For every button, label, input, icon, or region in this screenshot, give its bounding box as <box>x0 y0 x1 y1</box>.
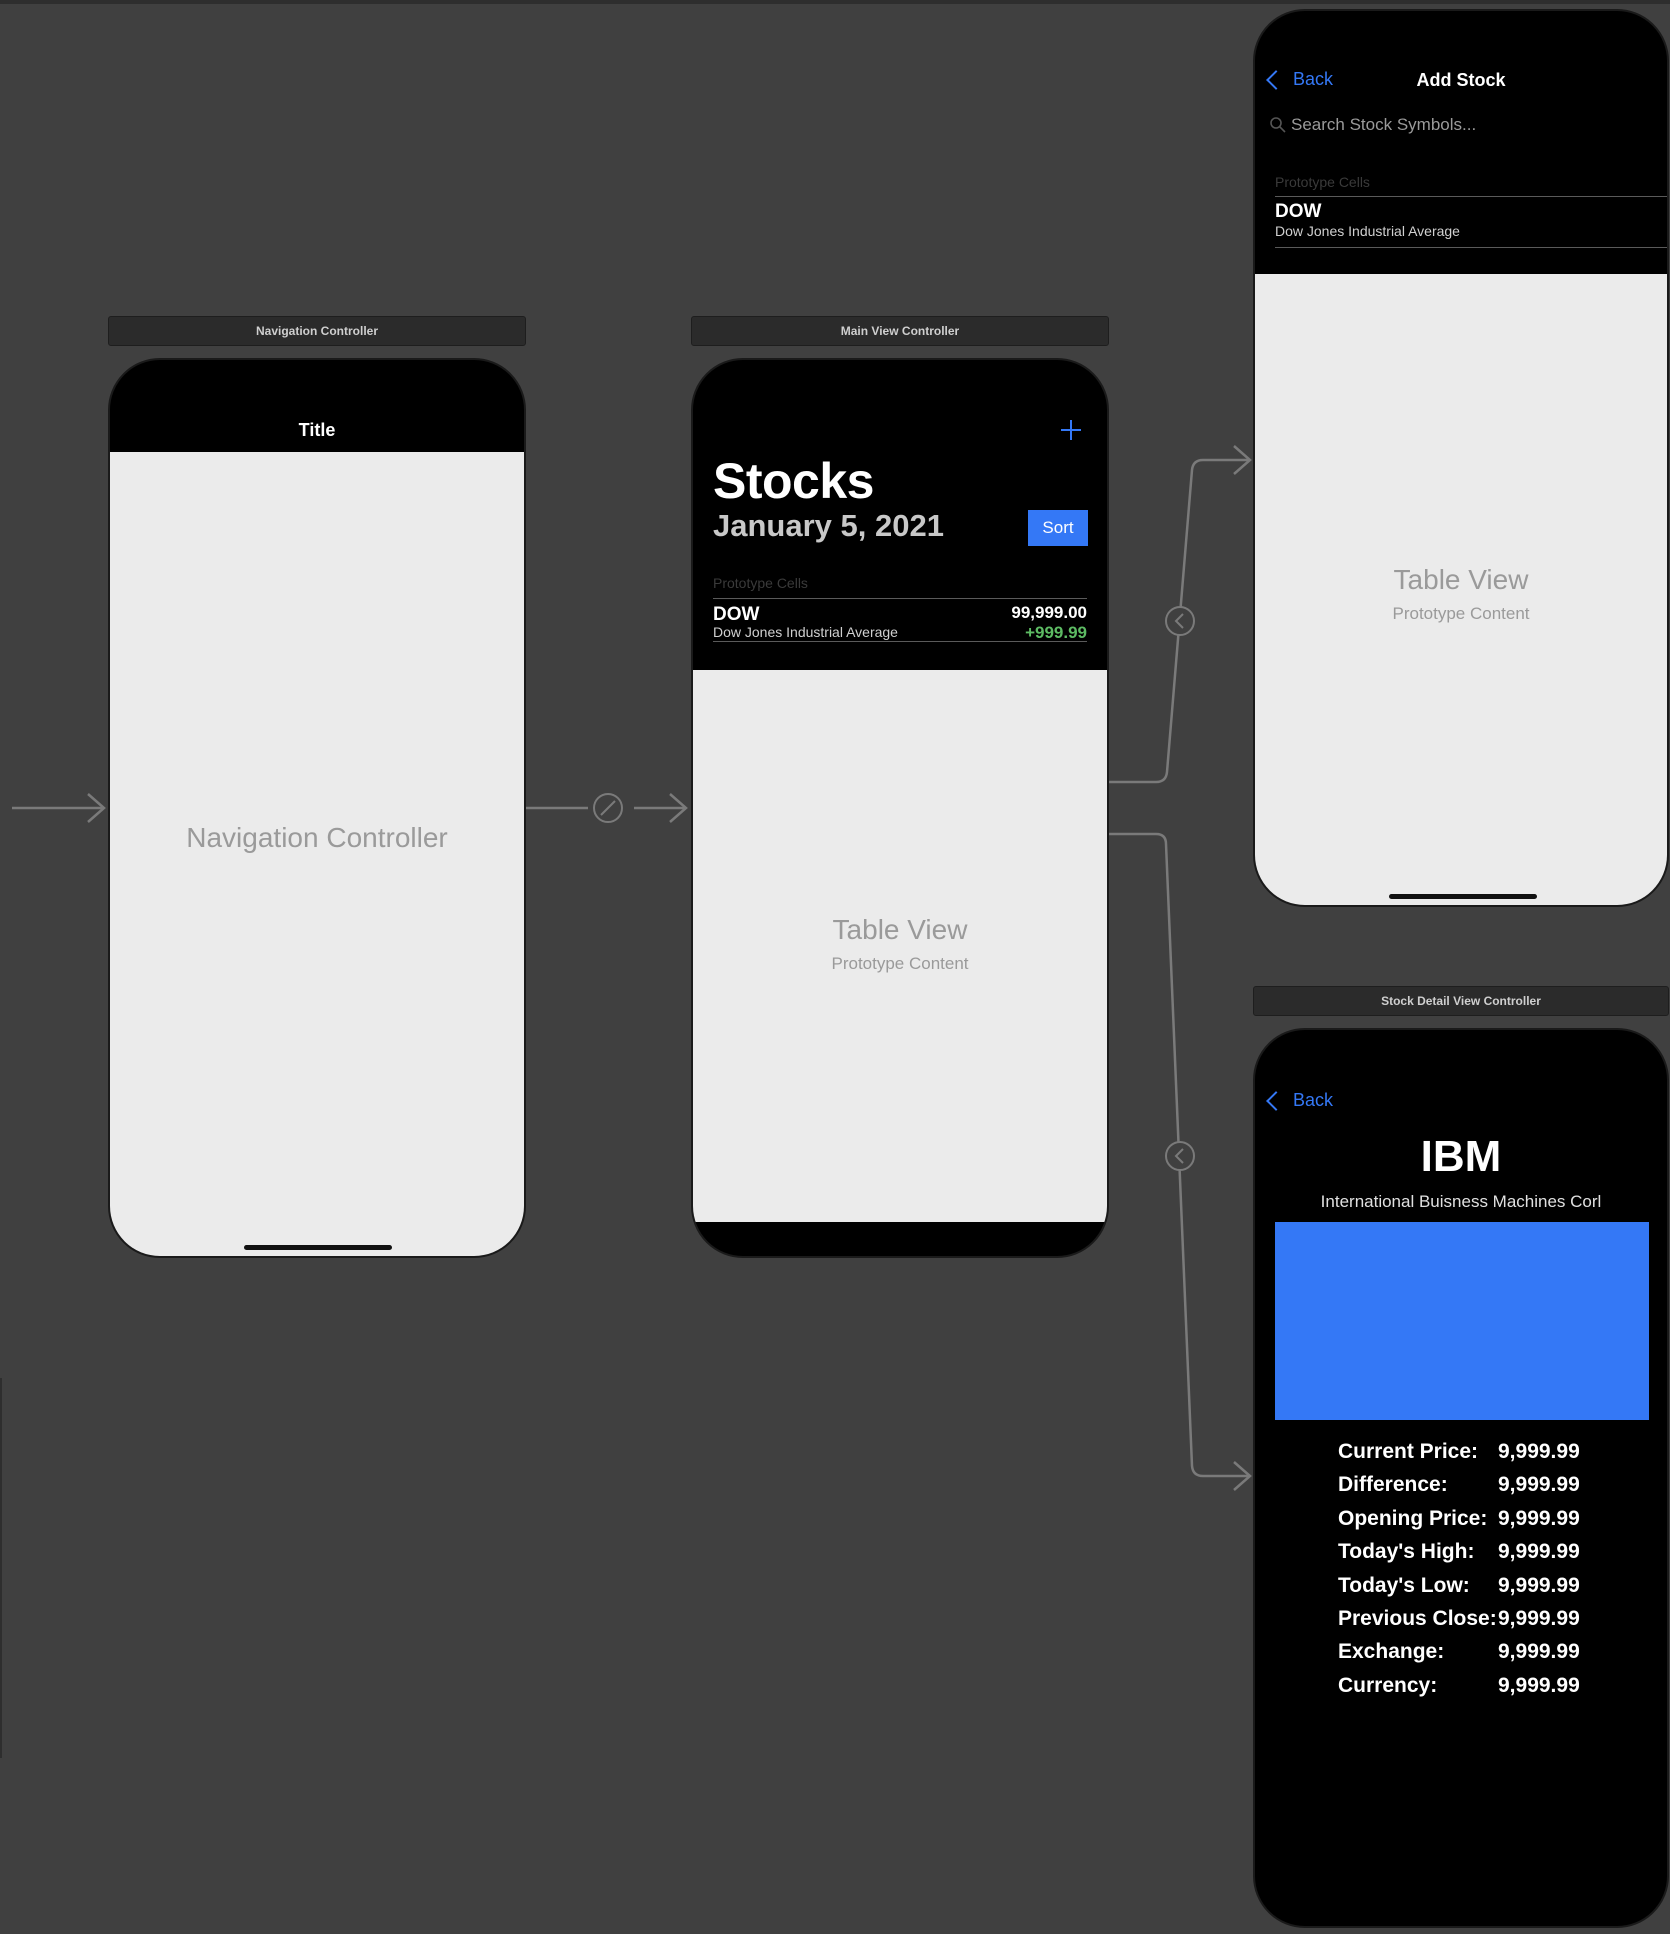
stock-change: +999.99 <box>1025 623 1087 642</box>
stock-symbol: DOW <box>1275 201 1322 222</box>
table-view[interactable]: Table View Prototype Content <box>1255 274 1667 905</box>
home-indicator <box>244 1245 392 1250</box>
detail-row: Current Price: 9,999.99 <box>1338 1440 1667 1472</box>
detail-row: Currency: 9,999.99 <box>1338 1673 1667 1706</box>
stock-detail-scene[interactable]: Back IBM International Buisness Machines… <box>1253 1028 1669 1928</box>
search-icon <box>1270 117 1286 133</box>
table-view-subtitle: Prototype Content <box>831 954 969 973</box>
detail-value: 9,999.99 <box>1498 1607 1580 1630</box>
home-indicator <box>1389 894 1537 899</box>
chevron-left-icon <box>1266 1090 1286 1111</box>
page-title: Stocks <box>713 453 874 509</box>
stock-symbol-heading: IBM <box>1420 1132 1502 1181</box>
detail-value: 9,999.99 <box>1498 1506 1580 1530</box>
add-stock-scene[interactable]: Back Add Stock Search Stock Symbols... P… <box>1253 9 1669 907</box>
stock-name: Dow Jones Industrial Average <box>1275 223 1460 239</box>
stock-name: Dow Jones Industrial Average <box>713 624 898 640</box>
detail-row: Difference: 9,999.99 <box>1338 1473 1667 1505</box>
detail-label: Previous Close: <box>1338 1607 1497 1630</box>
prototype-cells-label: Prototype Cells <box>713 575 808 591</box>
back-button[interactable]: Back <box>1266 1090 1334 1111</box>
detail-value: 9,999.99 <box>1498 1473 1580 1497</box>
stock-price: 99,999.00 <box>1011 603 1087 622</box>
scene-label-main-view-controller[interactable]: Main View Controller <box>691 316 1109 346</box>
table-view-title: Table View <box>832 914 968 945</box>
detail-label: Today's High: <box>1338 1540 1475 1564</box>
detail-row: Exchange: 9,999.99 <box>1338 1640 1667 1672</box>
detail-value: 9,999.99 <box>1498 1440 1580 1463</box>
show-segue-icon <box>1165 1141 1195 1171</box>
stock-cell[interactable]: DOW Dow Jones Industrial Average 99,999.… <box>693 600 1107 642</box>
detail-label: Exchange: <box>1338 1640 1445 1664</box>
prototype-cells-label: Prototype Cells <box>1275 174 1370 190</box>
show-segue-icon <box>1165 606 1195 636</box>
search-bar[interactable]: Search Stock Symbols... <box>1269 113 1649 137</box>
detail-label: Current Price: <box>1338 1440 1479 1463</box>
detail-value: 9,999.99 <box>1498 1640 1580 1664</box>
stock-symbol: DOW <box>713 604 760 625</box>
table-view[interactable]: Table View Prototype Content <box>693 670 1107 1222</box>
detail-value: 9,999.99 <box>1498 1673 1580 1697</box>
nav-controller-content: Navigation Controller <box>110 452 524 1256</box>
detail-row: Previous Close: 9,999.99 <box>1338 1607 1667 1639</box>
back-label: Back <box>1293 1090 1334 1110</box>
detail-row: Today's High: 9,999.99 <box>1338 1540 1667 1572</box>
scene-label-navigation-controller[interactable]: Navigation Controller <box>108 316 526 346</box>
search-input[interactable]: Search Stock Symbols... <box>1291 115 1476 135</box>
nav-bar-title: Add Stock <box>1416 70 1506 90</box>
detail-label: Currency: <box>1338 1673 1438 1697</box>
search-result-cell[interactable]: DOW Dow Jones Industrial Average <box>1255 198 1667 242</box>
main-view-controller-scene[interactable]: Stocks January 5, 2021 Sort Prototype Ce… <box>691 358 1109 1258</box>
detail-value: 9,999.99 <box>1498 1540 1580 1564</box>
placeholder-title: Navigation Controller <box>186 822 448 853</box>
detail-label: Difference: <box>1338 1473 1448 1497</box>
table-view-subtitle: Prototype Content <box>1392 604 1530 623</box>
navigation-controller-scene[interactable]: Title Navigation Controller <box>108 358 526 1258</box>
detail-row: Opening Price: 9,999.99 <box>1338 1506 1667 1539</box>
cell-separator <box>713 641 1087 642</box>
sort-button[interactable]: Sort <box>1028 510 1088 546</box>
company-name: International Buisness Machines Corl <box>1320 1192 1602 1211</box>
cell-separator <box>1275 247 1667 248</box>
cell-separator <box>1275 196 1667 197</box>
detail-row: Today's Low: 9,999.99 <box>1338 1573 1667 1606</box>
cell-separator <box>713 598 1087 599</box>
detail-label: Today's Low: <box>1338 1573 1470 1597</box>
scene-label-stock-detail[interactable]: Stock Detail View Controller <box>1253 986 1669 1016</box>
date-label: January 5, 2021 <box>713 508 944 543</box>
add-icon[interactable] <box>1061 420 1081 440</box>
chart-view <box>1275 1222 1649 1420</box>
table-view-title: Table View <box>1393 564 1529 595</box>
detail-label: Opening Price: <box>1338 1506 1488 1530</box>
nav-bar-title: Title <box>298 420 336 440</box>
detail-value: 9,999.99 <box>1498 1573 1580 1597</box>
